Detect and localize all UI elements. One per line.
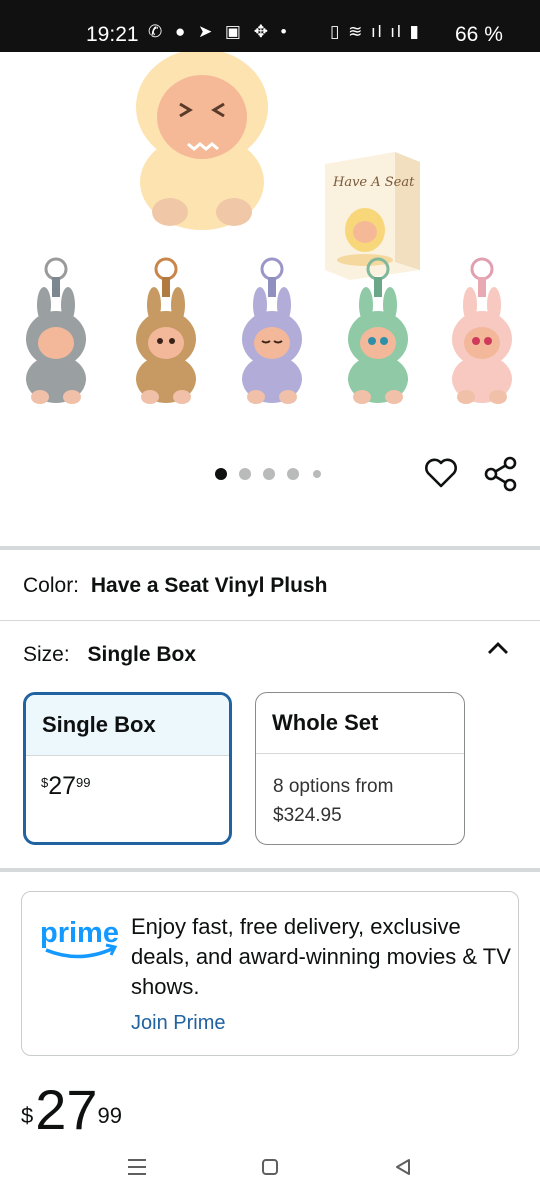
- notification-icons: ✆ ● ➤ ▣ ✥ •: [148, 22, 291, 41]
- carousel-dot[interactable]: [313, 470, 321, 478]
- carousel-dot[interactable]: [263, 468, 275, 480]
- recent-apps-icon[interactable]: [126, 1158, 148, 1176]
- option-subtext: 8 options from $324.95: [256, 754, 464, 830]
- carousel-dot[interactable]: [287, 468, 299, 480]
- plush-main-image: [136, 52, 268, 230]
- share-icon[interactable]: [484, 456, 518, 492]
- figure-brown-image: [136, 257, 196, 404]
- prime-logo: prime: [40, 917, 119, 959]
- back-icon[interactable]: [394, 1158, 412, 1176]
- option-price: $2799: [26, 756, 229, 801]
- section-divider: [0, 868, 540, 872]
- battery-level: 66 %: [455, 23, 503, 46]
- size-option-single-box[interactable]: Single Box $2799: [23, 692, 232, 845]
- carousel-dot-active[interactable]: [215, 468, 227, 480]
- home-icon[interactable]: [261, 1158, 279, 1176]
- box-label: Have A Seat: [332, 175, 415, 190]
- prime-promo-card: prime Enjoy fast, free delivery, exclusi…: [21, 891, 519, 1056]
- option-count: 8 options from: [273, 776, 394, 797]
- price-currency: $: [21, 1103, 34, 1128]
- system-nav-bar: [0, 1148, 540, 1200]
- color-label: Color:: [23, 574, 80, 597]
- section-divider: [0, 620, 540, 621]
- option-title: Whole Set: [256, 693, 464, 754]
- option-title: Single Box: [26, 695, 229, 756]
- figure-pink-image: [452, 257, 512, 404]
- product-image-gallery[interactable]: Have A Seat: [0, 52, 540, 492]
- size-option-whole-set[interactable]: Whole Set 8 options from $324.95: [255, 692, 465, 845]
- price-cents: 99: [97, 1103, 123, 1128]
- carousel-dot[interactable]: [239, 468, 251, 480]
- signal-icons: ▯ ≋ ıl ıl ▮: [330, 22, 421, 41]
- option-price-from: $324.95: [273, 805, 342, 826]
- heart-icon[interactable]: [424, 456, 458, 490]
- size-label: Size:: [23, 643, 70, 666]
- status-bar: 19:21 ✆ ● ➤ ▣ ✥ • ▯ ≋ ıl ıl ▮ 66 %: [0, 0, 540, 52]
- join-prime-link[interactable]: Join Prime: [131, 1012, 225, 1035]
- status-time: 19:21: [86, 23, 139, 46]
- figure-gray-image: [26, 257, 86, 404]
- figure-purple-image: [242, 257, 302, 404]
- price-cents: 99: [76, 775, 91, 790]
- color-value: Have a Seat Vinyl Plush: [90, 574, 328, 597]
- price-currency: $: [41, 775, 49, 790]
- product-price: $2799: [21, 1082, 122, 1138]
- price-whole: 27: [35, 1078, 98, 1141]
- chevron-up-icon[interactable]: [486, 638, 510, 658]
- size-selection[interactable]: Size: Single Box: [23, 643, 196, 667]
- figure-green-image: [348, 257, 408, 404]
- color-selection: Color: Have a Seat Vinyl Plush: [23, 574, 327, 598]
- carousel-dots[interactable]: [215, 467, 330, 481]
- section-divider: [0, 546, 540, 550]
- price-whole: 27: [48, 772, 77, 800]
- prime-description: Enjoy fast, free delivery, exclusive dea…: [131, 914, 511, 999]
- size-value: Single Box: [87, 643, 197, 666]
